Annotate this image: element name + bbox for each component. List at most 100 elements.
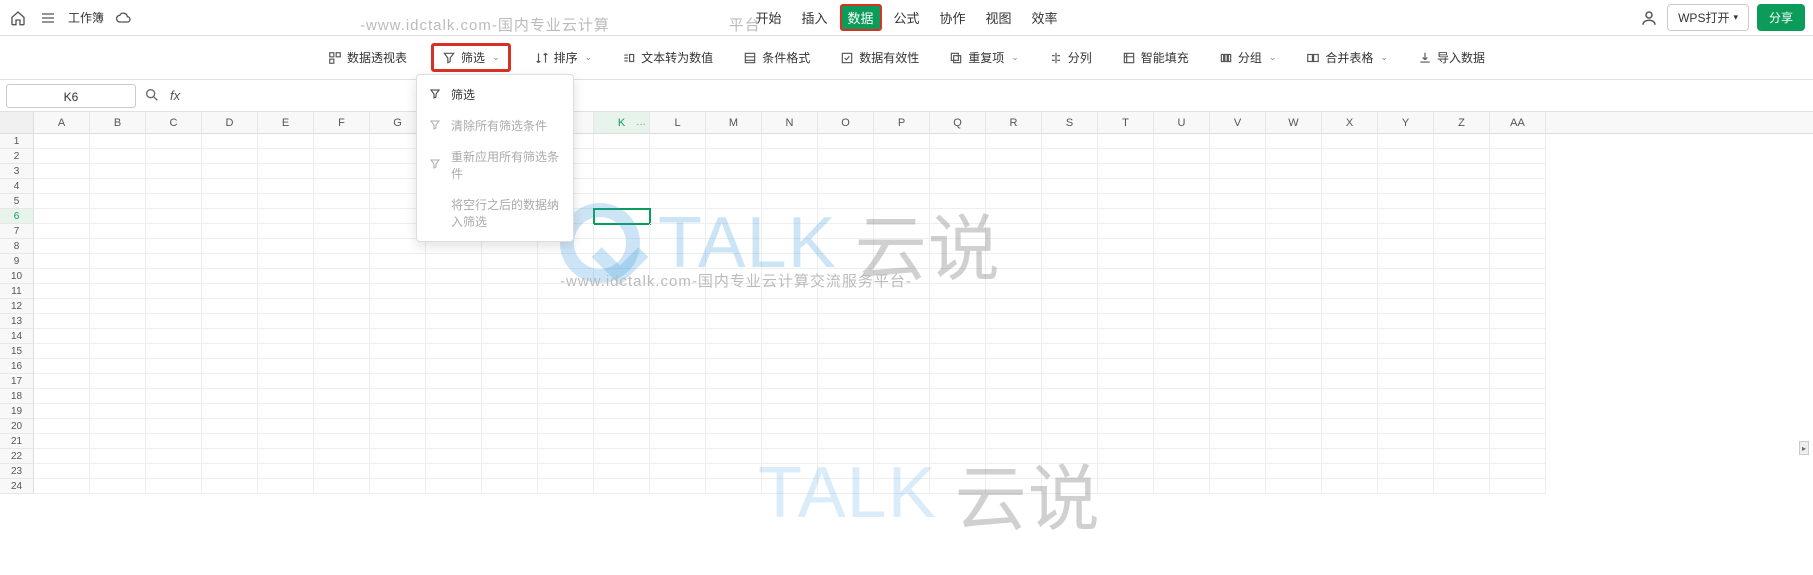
col-head-B[interactable]: B — [90, 112, 146, 133]
cell[interactable] — [482, 299, 538, 314]
cell[interactable] — [1490, 299, 1546, 314]
cell[interactable] — [1210, 254, 1266, 269]
col-head-Z[interactable]: Z — [1434, 112, 1490, 133]
cell[interactable] — [1042, 419, 1098, 434]
cell[interactable] — [426, 269, 482, 284]
cell[interactable] — [90, 134, 146, 149]
cell[interactable] — [34, 419, 90, 434]
cell[interactable] — [34, 434, 90, 449]
cell[interactable] — [202, 254, 258, 269]
cell[interactable] — [1490, 239, 1546, 254]
cell[interactable] — [146, 419, 202, 434]
cell[interactable] — [1322, 434, 1378, 449]
cell[interactable] — [874, 314, 930, 329]
tool-merge[interactable]: 合并表格⌄ — [1300, 45, 1394, 70]
cell[interactable] — [930, 374, 986, 389]
cell[interactable] — [650, 284, 706, 299]
cell[interactable] — [1154, 359, 1210, 374]
cell[interactable] — [986, 359, 1042, 374]
cloud-icon[interactable] — [114, 8, 134, 28]
cell[interactable] — [594, 419, 650, 434]
cell[interactable] — [650, 299, 706, 314]
cell[interactable] — [1322, 224, 1378, 239]
cell[interactable] — [426, 359, 482, 374]
cell[interactable] — [370, 419, 426, 434]
cell[interactable] — [1154, 284, 1210, 299]
cell[interactable] — [314, 344, 370, 359]
cell[interactable] — [1322, 329, 1378, 344]
cell[interactable] — [594, 404, 650, 419]
cell[interactable] — [1098, 299, 1154, 314]
col-head-E[interactable]: E — [258, 112, 314, 133]
cell[interactable] — [874, 239, 930, 254]
cell[interactable] — [1098, 329, 1154, 344]
cell[interactable] — [1210, 269, 1266, 284]
tool-dup[interactable]: 重复项⌄ — [943, 45, 1025, 70]
row-head-1[interactable]: 1 — [0, 134, 34, 149]
cell[interactable] — [1322, 374, 1378, 389]
cell[interactable] — [90, 434, 146, 449]
cell[interactable] — [1098, 224, 1154, 239]
cell[interactable] — [538, 479, 594, 494]
cell[interactable] — [146, 269, 202, 284]
cell[interactable] — [314, 359, 370, 374]
cell[interactable] — [762, 464, 818, 479]
cell[interactable] — [202, 224, 258, 239]
cell[interactable] — [202, 314, 258, 329]
cell[interactable] — [258, 419, 314, 434]
cell[interactable] — [706, 164, 762, 179]
cell[interactable] — [1266, 359, 1322, 374]
cell[interactable] — [1266, 404, 1322, 419]
cell[interactable] — [146, 239, 202, 254]
row-head-18[interactable]: 18 — [0, 389, 34, 404]
cell[interactable] — [90, 269, 146, 284]
cell[interactable] — [986, 479, 1042, 494]
cell[interactable] — [370, 314, 426, 329]
cell[interactable] — [762, 404, 818, 419]
cell[interactable] — [706, 179, 762, 194]
menu-icon[interactable] — [38, 8, 58, 28]
cell[interactable] — [650, 314, 706, 329]
cell[interactable] — [706, 149, 762, 164]
cell[interactable] — [1042, 479, 1098, 494]
cell[interactable] — [874, 209, 930, 224]
cell[interactable] — [762, 434, 818, 449]
cell[interactable] — [202, 374, 258, 389]
cell[interactable] — [1378, 164, 1434, 179]
cell[interactable] — [594, 224, 650, 239]
cell[interactable] — [482, 284, 538, 299]
cell[interactable] — [930, 449, 986, 464]
cell[interactable] — [650, 404, 706, 419]
cell[interactable] — [650, 464, 706, 479]
cell[interactable] — [146, 254, 202, 269]
cell[interactable] — [1098, 134, 1154, 149]
cell[interactable] — [762, 359, 818, 374]
cell[interactable] — [1322, 194, 1378, 209]
cell[interactable] — [202, 449, 258, 464]
cell[interactable] — [930, 149, 986, 164]
cell[interactable] — [1322, 149, 1378, 164]
cell[interactable] — [874, 434, 930, 449]
cell[interactable] — [34, 389, 90, 404]
col-head-P[interactable]: P — [874, 112, 930, 133]
cell[interactable] — [1490, 329, 1546, 344]
col-head-R[interactable]: R — [986, 112, 1042, 133]
cell[interactable] — [1490, 434, 1546, 449]
cell[interactable] — [818, 254, 874, 269]
cell[interactable] — [1098, 464, 1154, 479]
cell[interactable] — [1098, 209, 1154, 224]
cell[interactable] — [482, 434, 538, 449]
cell[interactable] — [706, 359, 762, 374]
cell[interactable] — [90, 329, 146, 344]
cell[interactable] — [1378, 209, 1434, 224]
cell[interactable] — [1378, 464, 1434, 479]
cell[interactable] — [426, 374, 482, 389]
cell[interactable] — [930, 464, 986, 479]
select-all-corner[interactable] — [0, 112, 34, 133]
menu-开始[interactable]: 开始 — [747, 4, 789, 31]
cell[interactable] — [258, 164, 314, 179]
cell[interactable] — [258, 149, 314, 164]
cell[interactable] — [1322, 164, 1378, 179]
cell[interactable] — [650, 254, 706, 269]
share-button[interactable]: 分享 — [1757, 4, 1805, 31]
